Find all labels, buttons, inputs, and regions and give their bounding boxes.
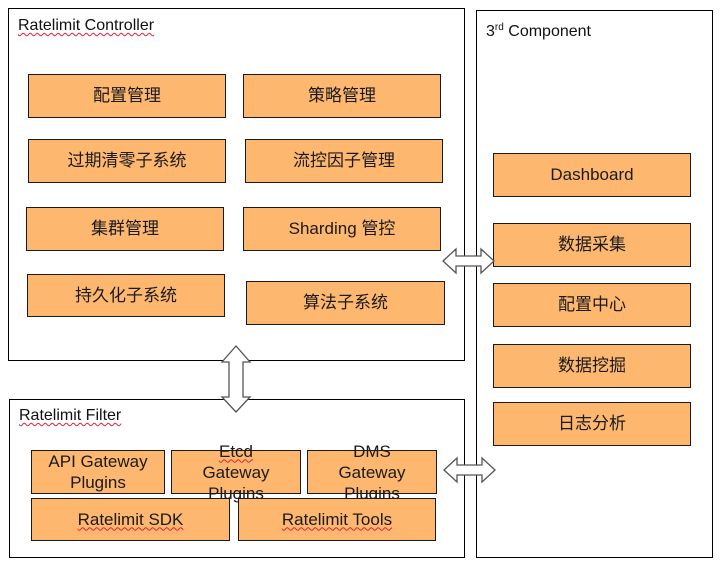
controller-title: Ratelimit Controller	[18, 17, 154, 35]
module-persistence-subsystem[interactable]: 持久化子系统	[27, 274, 225, 317]
filter-title: Ratelimit Filter	[19, 407, 121, 425]
tool-ratelimit-tools[interactable]: Ratelimit Tools	[238, 498, 436, 541]
module-flow-factor-management[interactable]: 流控因子管理	[245, 139, 443, 183]
plugin-etcd-gateway[interactable]: Etcd Gateway Plugins	[171, 442, 301, 503]
filter-title-text: Ratelimit Filter	[19, 407, 122, 424]
module-data-collection[interactable]: 数据采集	[493, 223, 691, 267]
controller-third-party-arrow-icon	[442, 247, 495, 275]
controller-filter-arrow-icon	[220, 345, 252, 413]
module-config-management[interactable]: 配置管理	[28, 74, 226, 118]
module-cluster-management[interactable]: 集群管理	[26, 207, 224, 251]
module-sharding-control[interactable]: Sharding 管控	[243, 207, 441, 251]
module-algorithm-subsystem[interactable]: 算法子系统	[246, 281, 445, 325]
plugin-dms-gateway[interactable]: DMS Gateway Plugins	[307, 442, 437, 503]
third-component-title: 3rd Component	[486, 22, 591, 40]
sharding-label: Sharding 管控	[288, 219, 396, 238]
module-data-mining[interactable]: 数据挖掘	[493, 344, 691, 388]
plugin-api-gateway[interactable]: API Gateway Plugins	[31, 450, 165, 494]
module-policy-management[interactable]: 策略管理	[243, 74, 441, 118]
filter-third-party-arrow-icon	[443, 456, 496, 484]
module-log-analysis[interactable]: 日志分析	[493, 402, 691, 446]
module-expiry-reset-subsystem[interactable]: 过期清零子系统	[28, 139, 226, 183]
module-dashboard[interactable]: Dashboard	[493, 153, 691, 197]
controller-title-text: Ratelimit Controller	[18, 17, 155, 34]
tool-ratelimit-sdk[interactable]: Ratelimit SDK	[31, 498, 230, 541]
module-config-center[interactable]: 配置中心	[493, 283, 691, 327]
